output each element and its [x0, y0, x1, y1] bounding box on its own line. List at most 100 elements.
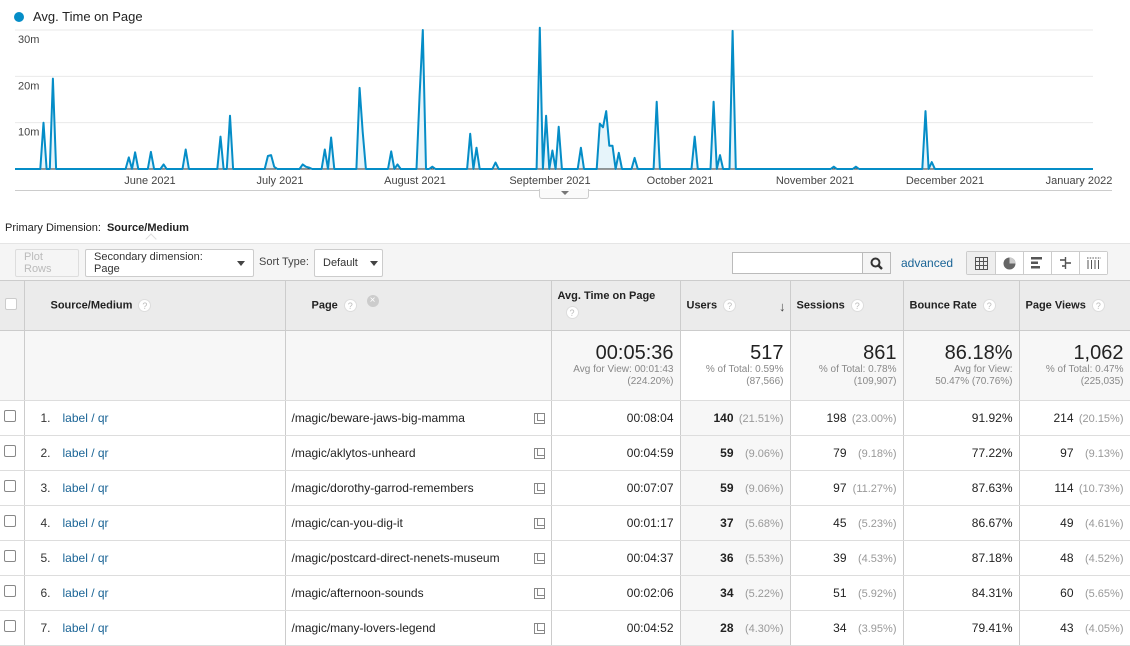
help-icon[interactable]: ?: [982, 298, 996, 312]
total-note: Avg for View:: [953, 363, 1013, 375]
select-all-checkbox[interactable]: [5, 297, 17, 310]
pie-view-button[interactable]: [995, 252, 1023, 274]
total-note: (224.20%): [627, 375, 674, 387]
open-page-icon[interactable]: [533, 482, 545, 494]
help-icon[interactable]: ?: [723, 298, 737, 312]
total-value: 00:05:36: [595, 341, 674, 364]
page-path: /magic/afternoon-sounds: [291, 585, 424, 600]
pivot-view-button[interactable]: [1079, 252, 1107, 274]
row-checkbox[interactable]: [4, 515, 16, 527]
time-series-chart[interactable]: 30m 20m 10m June 2021 July 2021 August 2021 Se…: [0, 22, 1130, 192]
help-icon[interactable]: ?: [850, 298, 864, 312]
total-note: Avg for View: 00:01:43: [573, 363, 674, 375]
help-icon[interactable]: ?: [1091, 298, 1105, 312]
source-medium-link[interactable]: label / qr: [63, 586, 109, 600]
source-medium-link[interactable]: label / qr: [63, 621, 109, 635]
header-label: Users: [686, 299, 718, 312]
source-medium-link[interactable]: label / qr: [63, 516, 109, 530]
row-checkbox[interactable]: [4, 480, 16, 492]
x-tick-label: July 2021: [256, 175, 303, 187]
performance-view-button[interactable]: [1023, 252, 1051, 274]
page-views-value: 114: [1054, 480, 1074, 495]
total-users: 517% of Total: 0.59% (87,566): [680, 330, 791, 401]
open-page-icon[interactable]: [533, 552, 545, 564]
page-path: /magic/aklytos-unheard: [291, 445, 416, 460]
page-views-value: 43: [1060, 620, 1074, 635]
x-tick-label: September 2021: [509, 175, 590, 187]
open-page-icon[interactable]: [533, 587, 545, 599]
sessions-value: 198: [826, 410, 847, 425]
help-icon[interactable]: ?: [565, 306, 579, 319]
dropdown-arrow-icon: [369, 260, 378, 266]
table-row: 1. label / qr/magic/beware-jaws-big-mamma…: [0, 400, 1130, 436]
source-medium-link[interactable]: label / qr: [63, 411, 109, 425]
x-tick-label: October 2021: [647, 175, 714, 187]
row-checkbox[interactable]: [4, 585, 16, 597]
page-views-percent: (5.65%): [1084, 587, 1124, 600]
page-views-percent: (4.05%): [1084, 622, 1124, 635]
sessions-value: 79: [833, 445, 847, 460]
open-page-icon[interactable]: [533, 447, 545, 459]
total-avg-time: 00:05:36 Avg for View: 00:01:43 (224.20%): [551, 330, 681, 401]
page-views-percent: (20.15%): [1078, 412, 1124, 425]
row-number: 6.: [40, 585, 51, 600]
plot-rows-button[interactable]: Plot Rows: [15, 249, 79, 277]
source-medium-link[interactable]: label / qr: [63, 446, 109, 460]
total-note: (225,035): [1080, 375, 1124, 387]
comparison-view-button[interactable]: [1051, 252, 1079, 274]
row-checkbox[interactable]: [4, 445, 16, 457]
open-page-icon[interactable]: [533, 622, 545, 634]
source-medium-link[interactable]: label / qr: [63, 551, 109, 565]
open-page-icon[interactable]: [533, 412, 545, 424]
col-source-medium[interactable]: Source/Medium?: [24, 281, 286, 331]
chart-collapse-toggle[interactable]: [539, 189, 589, 199]
source-medium-link[interactable]: label / qr: [63, 481, 109, 495]
col-users[interactable]: Users? ↓: [680, 281, 791, 331]
table-row: 3. label / qr/magic/dorothy-garrod-rememb…: [0, 470, 1130, 506]
row-checkbox[interactable]: [4, 410, 16, 422]
page-views-value: 48: [1060, 550, 1074, 565]
col-avg-time[interactable]: Avg. Time on Page?: [551, 281, 681, 331]
totals-row: 00:05:36 Avg for View: 00:01:43 (224.20%) …: [0, 330, 1130, 401]
col-sessions[interactable]: Sessions?: [790, 281, 904, 331]
table-view-button[interactable]: [967, 252, 995, 274]
remove-dimension-icon[interactable]: ×: [366, 295, 379, 307]
y-tick-label: 20m: [18, 80, 39, 92]
sort-type-dropdown[interactable]: Default: [314, 249, 383, 277]
total-value: 517: [750, 341, 784, 364]
bounce-rate-cell: 91.92%: [903, 400, 1020, 436]
table-toolbar: Plot Rows Secondary dimension: Page Sort…: [0, 243, 1130, 281]
total-value: 86.18%: [944, 341, 1013, 364]
users-value: 34: [720, 585, 734, 600]
sessions-percent: (9.18%): [857, 447, 897, 460]
search-icon: [870, 257, 883, 270]
sessions-percent: (11.27%): [852, 482, 897, 495]
primary-dimension-value[interactable]: Source/Medium: [107, 222, 189, 234]
col-bounce-rate[interactable]: Bounce Rate?: [903, 281, 1020, 331]
help-icon[interactable]: ?: [343, 298, 357, 312]
col-page-views[interactable]: Page Views?: [1019, 281, 1130, 331]
advanced-filter-link[interactable]: advanced: [901, 256, 953, 270]
row-number: 2.: [40, 445, 51, 460]
search-button[interactable]: [862, 252, 891, 274]
table-search-input[interactable]: [732, 252, 863, 274]
users-value: 36: [720, 550, 734, 565]
page-path: /magic/dorothy-garrod-remembers: [291, 480, 474, 495]
total-note: (87,566): [746, 375, 784, 387]
sessions-value: 51: [833, 585, 847, 600]
row-number: 7.: [40, 620, 51, 635]
users-percent: (5.68%): [744, 517, 784, 530]
total-note: % of Total: 0.78%: [818, 363, 897, 375]
row-checkbox[interactable]: [4, 550, 16, 562]
users-percent: (4.30%): [744, 622, 784, 635]
open-page-icon[interactable]: [533, 517, 545, 529]
row-number: 3.: [40, 480, 51, 495]
plot-rows-label: Plot Rows: [24, 251, 52, 275]
header-label: Page Views: [1025, 299, 1086, 312]
secondary-dimension-dropdown[interactable]: Secondary dimension: Page: [85, 249, 254, 277]
page-path: /magic/many-lovers-legend: [291, 620, 436, 635]
help-icon[interactable]: ?: [138, 298, 152, 312]
row-checkbox[interactable]: [4, 620, 16, 632]
col-page[interactable]: Page? ×: [285, 281, 552, 331]
x-tick-label: January 2022: [1046, 175, 1113, 187]
